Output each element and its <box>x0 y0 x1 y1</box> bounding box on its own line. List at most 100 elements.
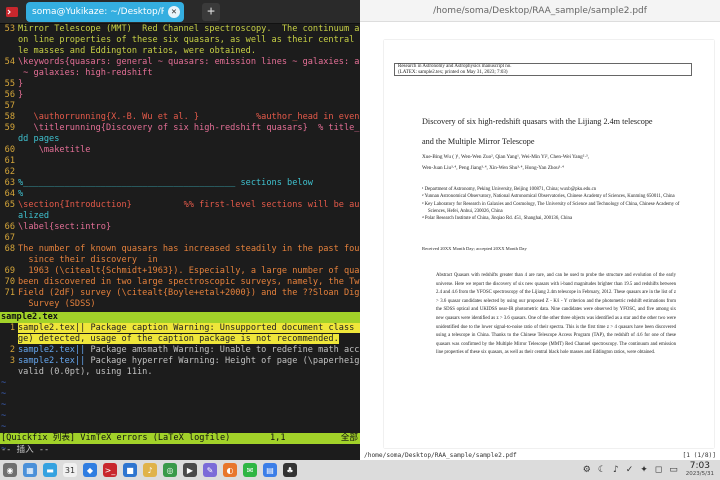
clock-time: 7:03 <box>689 461 710 471</box>
editor-line[interactable]: 66 \label{sect:intro} <box>0 222 360 233</box>
line-text: \section{Introduction} %% first-level se… <box>18 200 360 210</box>
tray-icon[interactable]: ▭ <box>669 465 678 475</box>
quickfix-message: Package amsmath Warning: Unable to redef… <box>90 345 360 355</box>
buffer-name-bar: sample2.tex <box>0 312 360 323</box>
pdf-window-title: /home/soma/Desktop/RAA_sample/sample2.pd… <box>360 0 720 22</box>
app-icon[interactable]: ▤ <box>263 463 277 477</box>
affiliation: ⁴ Polar Research Institute of China, Jin… <box>422 216 573 222</box>
files-icon[interactable]: ■ <box>123 463 137 477</box>
text-editor-icon[interactable]: ✎ <box>203 463 217 477</box>
quickfix-entry[interactable]: 1 sample2.tex|| Package caption Warning: … <box>0 323 360 334</box>
editor-line[interactable]: 61 <box>0 156 360 167</box>
editor-line[interactable]: 67 <box>0 233 360 244</box>
editor-line[interactable]: 62 <box>0 167 360 178</box>
tray-icon[interactable]: ⚙ <box>583 465 591 475</box>
editor-line[interactable]: 70 been discovered in two large spectrosc… <box>0 277 360 288</box>
line-number: 58 <box>4 112 15 122</box>
line-text: \authorrunning{X.-B. Wu et al. } %author… <box>18 112 360 122</box>
line-text: \keywords{quasars: general ~ quasars: em… <box>18 57 360 67</box>
editor-line[interactable]: 64% <box>0 189 360 200</box>
line-text: \maketitle <box>18 145 91 155</box>
editor-line[interactable]: 65 \section{Introduction} %% first-level … <box>0 200 360 211</box>
editor-line[interactable]: Survey (SDSS) <box>0 299 360 310</box>
empty-line-marker: ~ <box>1 378 7 388</box>
line-number: 66 <box>4 222 15 232</box>
quickfix-entry[interactable]: valid (0.0pt), using 11in. <box>0 367 360 378</box>
editor-line[interactable]: ~ galaxies: high-redshift <box>0 68 360 79</box>
terminal-app-icon[interactable] <box>4 4 20 20</box>
affiliation: ² Yunnan Astronomical Observatory, Natio… <box>422 194 675 200</box>
pdf-status-bar: /home/soma/Desktop/RAA_sample/sample2.pd… <box>360 452 720 460</box>
line-text: %_______________________________________… <box>18 178 313 188</box>
editor-line[interactable]: 59 \titlerunning{Discovery of six high-r… <box>0 123 360 134</box>
authors-line-2: Wen-Juan Liu³·⁴, Peng Jiang³·⁴, Xin-Wen … <box>422 165 564 171</box>
editor-line[interactable]: dd pages <box>0 134 360 145</box>
quickfix-entry[interactable]: ge) detected, usage of the caption packa… <box>0 334 360 345</box>
clock[interactable]: 7:03 2023/5/31 <box>686 462 714 478</box>
editor-line[interactable]: le masses and Eddington ratios, were obt… <box>0 46 360 57</box>
affiliation: ³ Key Laboratory for Research in Galaxie… <box>422 201 680 214</box>
line-number: 69 <box>4 266 15 276</box>
qq-icon[interactable]: ♣ <box>283 463 297 477</box>
music-icon[interactable]: ♪ <box>143 463 157 477</box>
pdf-status-path: /home/soma/Desktop/RAA_sample/sample2.pd… <box>364 452 517 459</box>
tray-icon[interactable]: ♪ <box>613 465 619 475</box>
quickfix-entry[interactable]: 3 sample2.tex|| Package hyperref Warning:… <box>0 356 360 367</box>
new-tab-button[interactable]: + <box>202 2 220 21</box>
editor-line[interactable]: on line properties of these six quasars,… <box>0 35 360 46</box>
wechat-icon[interactable]: ✉ <box>243 463 257 477</box>
tray-icon[interactable]: ✓ <box>626 465 634 475</box>
quickfix-index: 3 <box>9 356 15 366</box>
editor-line[interactable]: 55} <box>0 79 360 90</box>
editor-line[interactable]: 68 The number of known quasars has increa… <box>0 244 360 255</box>
terminal-window: soma@Yukikaze: ~/Desktop/RAA_sample ✕ + … <box>0 0 360 458</box>
editor-line[interactable]: 53 Mirror Telescope (MMT) Red Channel spe… <box>0 24 360 35</box>
close-tab-icon[interactable]: ✕ <box>168 5 180 18</box>
editor-line[interactable]: alized <box>0 211 360 222</box>
tray-icon[interactable]: ◻ <box>655 465 662 475</box>
firefox-icon[interactable]: ◐ <box>223 463 237 477</box>
affiliation: ¹ Department of Astronomy, Peking Univer… <box>422 187 597 192</box>
editor-line[interactable]: 71 Field (2dF) survey (\citealt{Boyle+eta… <box>0 288 360 299</box>
editor-buffer[interactable]: 53 Mirror Telescope (MMT) Red Channel spe… <box>0 24 360 310</box>
calendar-icon[interactable]: 31 <box>63 463 77 477</box>
quickfix-file: sample2.tex|| <box>18 356 86 366</box>
line-number: 54 <box>4 57 15 67</box>
line-number: 53 <box>4 24 15 34</box>
file-manager-icon[interactable]: ▬ <box>43 463 57 477</box>
video-icon[interactable]: ▶ <box>183 463 197 477</box>
quickfix-message: ge) detected, usage of the caption packa… <box>18 334 339 344</box>
multitask-icon[interactable]: ▦ <box>23 463 37 477</box>
line-number: 64 <box>4 189 15 199</box>
app-store-icon[interactable]: ◆ <box>83 463 97 477</box>
line-text: since their discovery in <box>18 255 158 265</box>
pdf-page[interactable]: Research in Astronomy and Astrophysics m… <box>384 40 714 448</box>
editor-line[interactable]: 60 \maketitle <box>0 145 360 156</box>
line-text: Survey (SDSS) <box>18 299 96 309</box>
editor-line[interactable]: since their discovery in <box>0 255 360 266</box>
abstract-text: Abstract Quasars with redshifts greater … <box>436 273 676 356</box>
tray-icon[interactable]: ✦ <box>640 465 648 475</box>
authors-line-1: Xue-Bing Wu ( )¹, Wen-Wen Zuo², Qian Yan… <box>422 154 589 160</box>
editor-line[interactable]: 54 \keywords{quasars: general ~ quasars: … <box>0 57 360 68</box>
editor-line[interactable]: 56} <box>0 90 360 101</box>
line-text: ~ galaxies: high-redshift <box>18 68 153 78</box>
editor-line[interactable]: 58 \authorrunning{X.-B. Wu et al. } %aut… <box>0 112 360 123</box>
terminal-tab-active[interactable]: soma@Yukikaze: ~/Desktop/RAA_sample ✕ <box>26 1 184 22</box>
editor-line[interactable]: 57 <box>0 101 360 112</box>
quickfix-entry[interactable]: 2 sample2.tex|| Package amsmath Warning: … <box>0 345 360 356</box>
pdf-status-page: [1 (1/8)] <box>682 452 716 459</box>
line-text: The number of known quasars has increase… <box>18 244 360 254</box>
status-position: 1,1 <box>270 433 286 443</box>
line-text: been discovered in two large spectroscop… <box>18 277 360 287</box>
chrome-icon[interactable]: ◎ <box>163 463 177 477</box>
tray-icon[interactable]: ☾ <box>598 465 606 475</box>
editor-line[interactable]: 63 %_____________________________________… <box>0 178 360 189</box>
line-number: 62 <box>4 167 15 177</box>
line-number: 56 <box>4 90 15 100</box>
editor-line[interactable]: 69 1963 (\citealt{Schmidt+1963}). Especi… <box>0 266 360 277</box>
launcher-icon[interactable]: ◉ <box>3 463 17 477</box>
terminal-icon[interactable]: >_ <box>103 463 117 477</box>
manuscript-header-box: Research in Astronomy and Astrophysics m… <box>394 63 692 76</box>
line-text: % <box>18 189 24 199</box>
